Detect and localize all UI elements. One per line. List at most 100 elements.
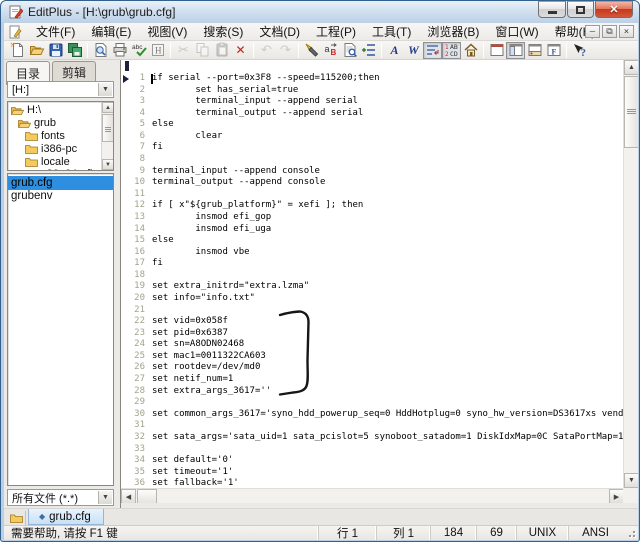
editplus-window: EditPlus - [H:\grub\grub.cfg] ✕ 文件(F)编辑(…	[0, 0, 640, 542]
tree-item-h[interactable]: H:\	[11, 104, 113, 117]
vertical-scrollbar[interactable]: ▲ ▼	[623, 60, 638, 488]
title-bar[interactable]: EditPlus - [H:\grub\grub.cfg] ✕	[1, 1, 639, 23]
saveall-icon	[67, 42, 83, 58]
svg-text:1: 1	[445, 44, 449, 51]
maximize-button[interactable]	[567, 1, 594, 18]
tree-item-fonts[interactable]: fonts	[11, 130, 113, 143]
line-number-toggle[interactable]: 12ABCD	[442, 42, 461, 59]
code-text: set netif_num=1	[152, 374, 233, 384]
html-toolbar-button[interactable]: A	[385, 42, 404, 59]
tree-scrollbar[interactable]: ▲ ▼	[101, 102, 113, 170]
context-help-button[interactable]: ?	[570, 42, 589, 59]
scroll-down-icon[interactable]: ▼	[624, 473, 638, 488]
save-all-button[interactable]	[65, 42, 84, 59]
drive-select[interactable]: [H:] ▼	[7, 81, 114, 98]
file-filter-select[interactable]: 所有文件 (*.*) ▼	[7, 489, 114, 506]
mdi-close-button[interactable]: ×	[619, 25, 634, 38]
drive-select-value: [H:]	[12, 84, 29, 96]
output-window-toggle[interactable]	[525, 42, 544, 59]
save-button[interactable]	[46, 42, 65, 59]
line-number: 35	[121, 467, 145, 479]
status-value-1: 184	[430, 526, 476, 540]
view-in-browser-button[interactable]: W	[404, 42, 423, 59]
cut-icon: ✂	[178, 44, 189, 57]
cliptext-window-toggle[interactable]	[506, 42, 525, 59]
code-area[interactable]: 1if serial --port=0x3F8 --speed=115200;t…	[121, 73, 624, 490]
editplus-app-icon	[9, 5, 23, 19]
menu-item-document[interactable]: 文档(D)	[251, 22, 308, 41]
menu-item-tools[interactable]: 工具(T)	[364, 22, 419, 41]
tree-item-x86-64-efi[interactable]: x86_64-efi	[11, 168, 113, 171]
vertical-scrollbar-thumb[interactable]	[624, 76, 638, 148]
minimize-button[interactable]	[538, 1, 566, 18]
line-number: 23	[121, 328, 145, 340]
menu-item-file[interactable]: 文件(F)	[28, 22, 83, 41]
directory-window-toggle[interactable]	[487, 42, 506, 59]
file-item-grubenv[interactable]: grubenv	[8, 190, 113, 204]
tree-scrollbar-thumb[interactable]	[102, 114, 114, 142]
mdi-restore-button[interactable]: ⧉	[602, 25, 617, 38]
code-line: 33	[121, 444, 624, 456]
preview-icon	[93, 42, 109, 58]
save-icon	[48, 42, 64, 58]
scroll-down-icon[interactable]: ▼	[102, 159, 114, 170]
spell-check-button[interactable]: abc	[129, 42, 148, 59]
print-preview-button[interactable]	[91, 42, 110, 59]
new-file-button[interactable]	[8, 42, 27, 59]
menu-item-edit[interactable]: 编辑(E)	[83, 22, 139, 41]
code-line: 12if [ x"${grub_platform}" = xefi ]; the…	[121, 200, 624, 212]
menu-item-window[interactable]: 窗口(W)	[487, 22, 546, 41]
paste-button	[212, 42, 231, 59]
scroll-up-icon[interactable]: ▲	[102, 102, 114, 113]
sync-directory-button[interactable]	[461, 42, 480, 59]
word-wrap-toggle[interactable]	[423, 42, 442, 59]
code-line: 3 terminal_input --append serial	[121, 96, 624, 108]
close-button[interactable]: ✕	[595, 1, 633, 18]
goto-line-button[interactable]	[359, 42, 378, 59]
scroll-up-icon[interactable]: ▲	[624, 60, 638, 75]
hex-viewer-button[interactable]: H	[148, 42, 167, 59]
tree-item-i386-pc[interactable]: i386-pc	[11, 142, 113, 155]
code-line: 21	[121, 305, 624, 317]
chevron-down-icon[interactable]: ▼	[98, 491, 112, 504]
find-in-files-button[interactable]	[340, 42, 359, 59]
menu-item-view[interactable]: 视图(V)	[139, 22, 195, 41]
tree-item-grub[interactable]: grub	[11, 117, 113, 130]
print-button[interactable]	[110, 42, 129, 59]
tab-grub-cfg[interactable]: ◆ grub.cfg	[28, 509, 104, 525]
goto-icon	[361, 42, 377, 58]
line-number: 15	[121, 235, 145, 247]
scroll-left-icon[interactable]: ◀	[121, 489, 136, 504]
folder-icon	[25, 144, 38, 154]
horizontal-scrollbar-thumb[interactable]	[137, 489, 157, 504]
full-screen-toggle[interactable]: F	[544, 42, 563, 59]
menu-item-project[interactable]: 工程(P)	[308, 22, 364, 41]
code-text: insmod efi_gop	[152, 212, 271, 222]
file-list[interactable]: grub.cfggrubenv	[7, 173, 114, 486]
tree-item-locale[interactable]: locale	[11, 155, 113, 168]
svg-text:2: 2	[445, 51, 449, 58]
replace-button[interactable]: aB	[321, 42, 340, 59]
open-file-button[interactable]	[27, 42, 46, 59]
linenum-icon: 12ABCD	[444, 42, 460, 58]
code-line: 31	[121, 420, 624, 432]
directory-tree[interactable]: H:\grubfontsi386-pclocalex86_64-efi ▲ ▼	[7, 101, 114, 171]
file-item-grub-cfg[interactable]: grub.cfg	[8, 176, 113, 190]
delete-button[interactable]: ✕	[231, 42, 250, 59]
code-text: clear	[152, 131, 222, 141]
find-button[interactable]	[302, 42, 321, 59]
scroll-right-icon[interactable]: ▶	[609, 489, 624, 504]
editor-pane[interactable]: ----+----1----+----2----+----3----+----4…	[120, 60, 638, 508]
code-text: insmod efi_uga	[152, 224, 271, 234]
chevron-down-icon[interactable]: ▼	[98, 83, 112, 96]
line-number: 32	[121, 432, 145, 444]
code-line: 6 clear	[121, 131, 624, 143]
spell-icon: abc	[131, 42, 147, 58]
document-selector-button[interactable]	[8, 511, 26, 525]
menu-item-search[interactable]: 搜索(S)	[195, 22, 251, 41]
horizontal-scrollbar[interactable]: ◀ ▶	[121, 488, 624, 503]
menu-item-browser[interactable]: 浏览器(B)	[419, 22, 487, 41]
resize-grip[interactable]	[622, 526, 638, 540]
status-encoding: ANSI	[568, 526, 622, 540]
mdi-minimize-button[interactable]: –	[585, 25, 600, 38]
